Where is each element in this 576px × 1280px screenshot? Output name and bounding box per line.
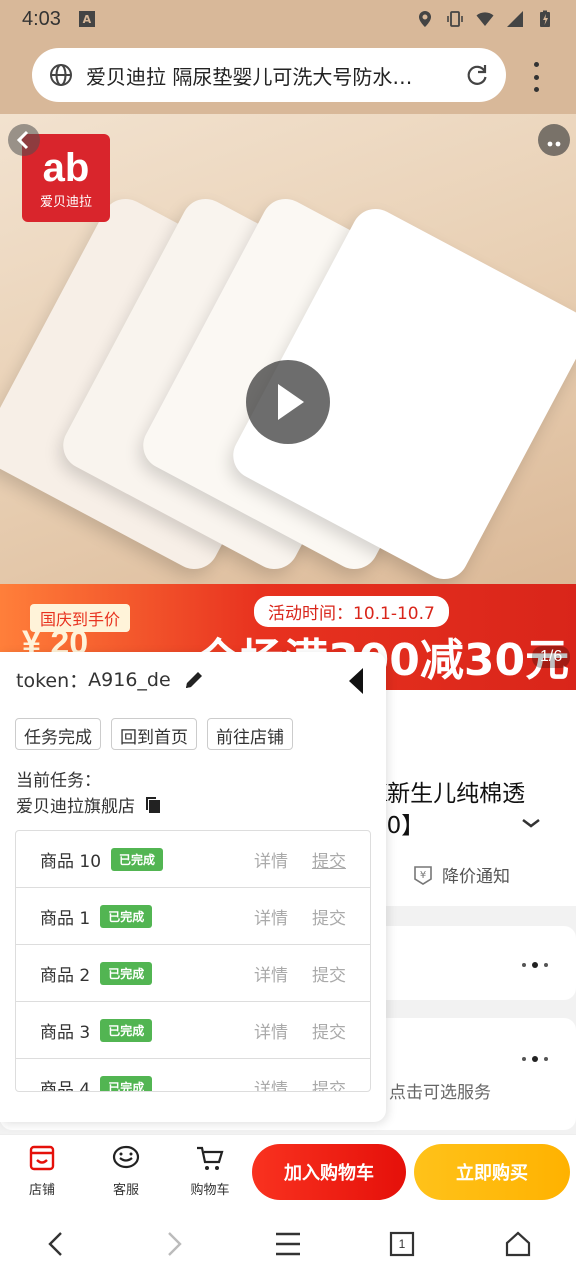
item-name: 商品 2 (40, 965, 91, 986)
item-name: 商品 3 (40, 1022, 91, 1043)
task-panel: token： A916_de 任务完成 回到首页 前往店铺 当前任务： 爱贝迪拉… (0, 652, 386, 1122)
detail-link[interactable]: 详情 (254, 847, 288, 872)
status-badge: 已完成 (111, 847, 164, 871)
status-badge: 已完成 (100, 1075, 153, 1091)
back-button[interactable] (8, 124, 40, 156)
detail-link[interactable]: 详情 (254, 904, 288, 929)
browser-menu-icon[interactable] (526, 62, 546, 92)
table-row: 商品 3 已完成 详情 提交 (16, 1002, 370, 1059)
wifi-icon (476, 12, 494, 26)
price-tag-icon: ¥ (414, 865, 432, 885)
collapse-panel-icon[interactable] (346, 666, 366, 696)
back-home-button[interactable]: 回到首页 (111, 718, 197, 750)
more-options-button[interactable] (538, 124, 570, 156)
buy-now-button[interactable]: 立即购买 (414, 1144, 570, 1200)
vibrate-icon (447, 11, 463, 27)
location-icon (419, 11, 431, 27)
task-complete-button[interactable]: 任务完成 (15, 718, 101, 750)
notification-icon: A (78, 11, 95, 27)
item-name: 商品 1 (40, 908, 91, 929)
play-video-button[interactable] (246, 360, 330, 444)
current-task-value: 爱贝迪拉旗舰店 (16, 797, 135, 817)
promo-time: 活动时间：10.1-10.7 (254, 596, 449, 627)
submit-link[interactable]: 提交 (312, 847, 346, 872)
token-label: token： (16, 670, 89, 692)
submit-link[interactable]: 提交 (312, 904, 346, 929)
current-task-label: 当前任务： (16, 771, 101, 791)
status-bar: 4:03 A (0, 0, 576, 38)
cart-tab[interactable]: 购物车 (180, 1143, 240, 1198)
more-icon[interactable] (522, 1056, 548, 1062)
nav-menu-button[interactable] (270, 1228, 306, 1260)
bottom-action-bar: 店铺 客服 购物车 加入购物车 立即购买 (0, 1134, 576, 1208)
submit-link[interactable]: 提交 (312, 961, 346, 986)
table-row: 商品 4 已完成 详情 提交 (16, 1059, 370, 1092)
play-icon (278, 384, 304, 420)
submit-link[interactable]: 提交 (312, 1018, 346, 1043)
token-value: A916_de (88, 668, 171, 691)
signal-icon (507, 11, 523, 27)
table-row: 商品 2 已完成 详情 提交 (16, 945, 370, 1002)
detail-link[interactable]: 详情 (254, 1075, 288, 1092)
status-badge: 已完成 (100, 904, 153, 928)
price-notice-button[interactable]: ¥ 降价通知 (412, 862, 510, 887)
forward-arrow-icon (168, 1232, 182, 1256)
chat-icon (112, 1145, 140, 1169)
status-badge: 已完成 (100, 961, 153, 985)
home-icon (505, 1231, 531, 1257)
image-counter: 1/6 (532, 646, 571, 668)
browser-toolbar: 爱贝迪拉 隔尿垫婴儿可洗大号防水… (0, 38, 576, 114)
add-to-cart-button[interactable]: 加入购物车 (252, 1144, 406, 1200)
globe-icon (50, 64, 72, 86)
current-task: 爱贝迪拉旗舰店 (16, 792, 163, 817)
chevron-down-icon[interactable] (520, 812, 542, 834)
token-row: token： A916_de (16, 666, 205, 693)
product-image-carousel[interactable]: ab 爱贝迪拉 国庆到手价 ¥ 20 活动时间：10.1-10.7 全场满300… (0, 114, 576, 690)
customer-service-tab[interactable]: 客服 (96, 1143, 156, 1198)
table-row: 商品 1 已完成 详情 提交 (16, 888, 370, 945)
nav-home-button[interactable] (500, 1228, 536, 1260)
panel-buttons: 任务完成 回到首页 前往店铺 (15, 718, 293, 750)
back-arrow-icon (48, 1232, 62, 1256)
store-tab[interactable]: 店铺 (12, 1143, 72, 1198)
chevron-left-icon (16, 130, 29, 150)
nav-tabs-button[interactable]: 1 (384, 1228, 420, 1260)
more-icon (547, 141, 561, 147)
copy-icon[interactable] (143, 795, 163, 815)
item-name: 商品 10 (40, 851, 102, 872)
task-list: 商品 10 已完成 详情 提交 商品 1 已完成 详情 提交 商品 2 已完成 … (15, 830, 371, 1092)
service-hint: ，点击可选服务 (372, 1083, 491, 1103)
detail-link[interactable]: 详情 (254, 1018, 288, 1043)
system-nav-bar: 1 (0, 1208, 576, 1280)
cart-icon (197, 1146, 224, 1170)
url-bar[interactable]: 爱贝迪拉 隔尿垫婴儿可洗大号防水… (32, 48, 506, 102)
go-to-store-button[interactable]: 前往店铺 (207, 718, 293, 750)
hamburger-icon (276, 1232, 300, 1256)
page-title: 爱贝迪拉 隔尿垫婴儿可洗大号防水… (86, 64, 413, 89)
table-row: 商品 10 已完成 详情 提交 (16, 831, 370, 888)
reload-icon[interactable] (464, 62, 490, 88)
product-title: K新生儿纯棉透 60】 (372, 781, 526, 839)
item-name: 商品 4 (40, 1079, 91, 1092)
battery-icon (540, 10, 550, 27)
status-time: 4:03 (22, 7, 61, 30)
more-icon[interactable] (522, 962, 548, 968)
nav-forward-button[interactable] (156, 1228, 192, 1260)
edit-icon[interactable] (183, 669, 205, 691)
store-icon (29, 1145, 55, 1171)
nav-back-button[interactable] (38, 1228, 74, 1260)
status-badge: 已完成 (100, 1018, 153, 1042)
svg-text:¥: ¥ (420, 870, 426, 881)
detail-link[interactable]: 详情 (254, 961, 288, 986)
submit-link[interactable]: 提交 (312, 1075, 346, 1092)
